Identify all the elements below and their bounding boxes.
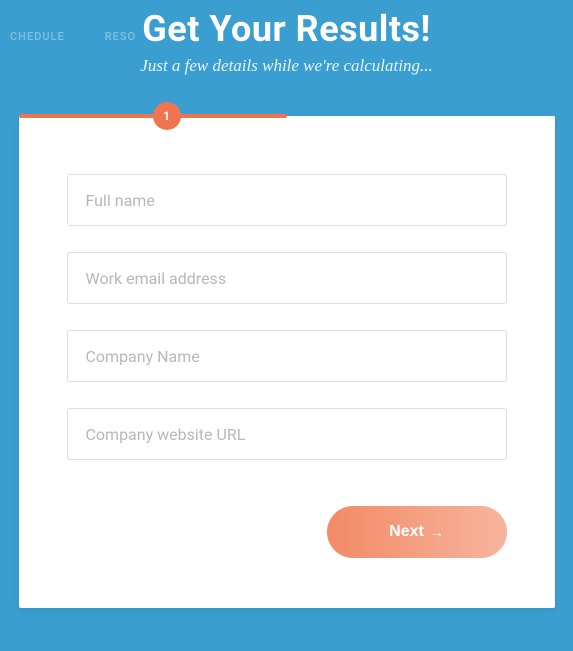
next-button[interactable]: Next → bbox=[327, 506, 507, 558]
page-subtitle: Just a few details while we're calculati… bbox=[0, 56, 573, 76]
company-name-input[interactable] bbox=[67, 330, 507, 382]
next-button-label: Next bbox=[389, 523, 424, 541]
form-card: 1 Next → bbox=[19, 116, 555, 608]
full-name-input[interactable] bbox=[67, 174, 507, 226]
modal-header: Get Your Results! Just a few details whi… bbox=[0, 0, 573, 76]
page-title: Get Your Results! bbox=[0, 8, 573, 50]
work-email-input[interactable] bbox=[67, 252, 507, 304]
form-actions: Next → bbox=[67, 506, 507, 558]
step-badge: 1 bbox=[153, 102, 181, 130]
company-url-input[interactable] bbox=[67, 408, 507, 460]
arrow-right-icon: → bbox=[430, 524, 444, 540]
